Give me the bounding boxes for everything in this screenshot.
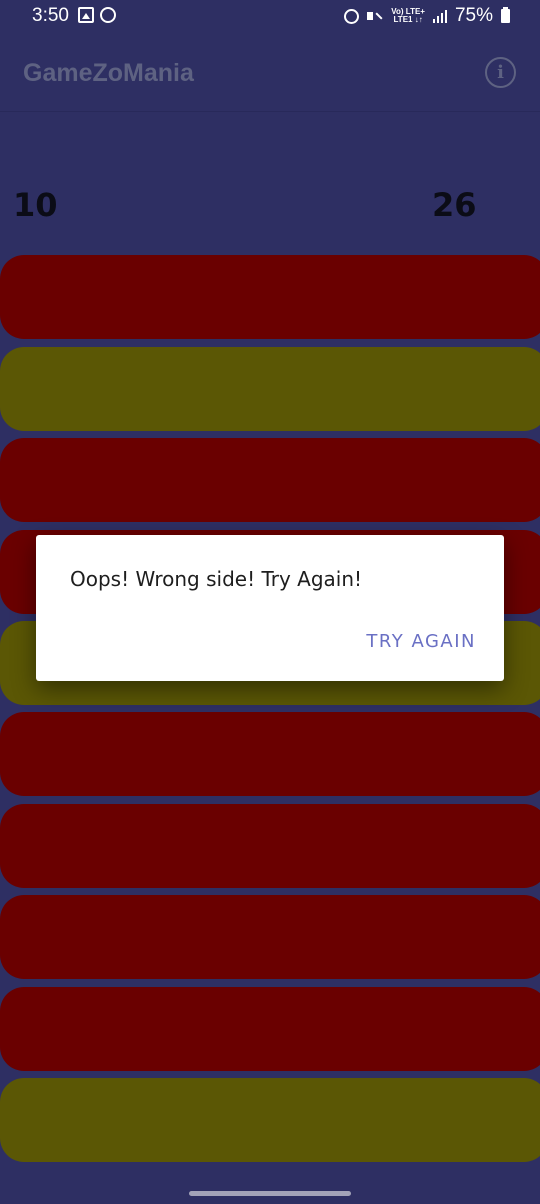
alert-dialog: Oops! Wrong side! Try Again! TRY AGAIN [36,535,504,681]
dialog-message: Oops! Wrong side! Try Again! [70,567,363,591]
home-indicator[interactable] [189,1191,351,1196]
try-again-button[interactable]: TRY AGAIN [366,631,476,652]
